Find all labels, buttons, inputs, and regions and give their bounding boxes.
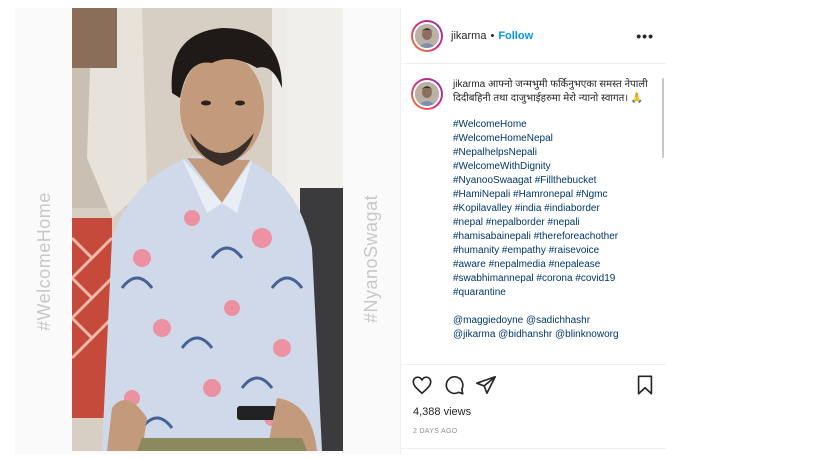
caption-avatar-image [413, 80, 441, 108]
header-username[interactable]: jikarma [451, 30, 486, 42]
hashtag-line[interactable]: #WelcomeWithDignity [453, 160, 654, 174]
bookmark-icon[interactable] [634, 374, 656, 396]
follow-button[interactable]: Follow [498, 30, 533, 42]
share-icon[interactable] [475, 374, 497, 396]
caption-username[interactable]: jikarma [453, 79, 485, 90]
action-bar [401, 364, 666, 404]
caption-avatar[interactable] [411, 78, 443, 110]
caption-area[interactable]: jikarma आफ्नो जन्मभुमी फर्किनुभएका समस्त… [401, 64, 666, 364]
hashtag-line[interactable]: #swabhimannepal #corona #covid19 [453, 272, 654, 286]
mention-line[interactable]: @maggiedoyne @sadichhashr [453, 314, 654, 328]
mention-list: @maggiedoyne @sadichhashr @jikarma @bidh… [453, 314, 654, 342]
post-video[interactable] [72, 8, 343, 451]
hashtag-line[interactable]: #nepal #nepalborder #nepali [453, 216, 654, 230]
hashtag-line[interactable]: #aware #nepalmedia #nepalease [453, 258, 654, 272]
separator-dot: • [490, 29, 495, 42]
heart-icon[interactable] [411, 374, 433, 396]
hashtag-line[interactable]: #humanity #empathy #raisevoice [453, 244, 654, 258]
avatar-image [413, 21, 441, 50]
hashtag-line[interactable]: #NyanooSwaagat #Fillthebucket [453, 174, 654, 188]
hashtag-line[interactable]: #hamisabainepali #thereforeachother [453, 230, 654, 244]
caption-body: jikarma आफ्नो जन्मभुमी फर्किनुभएका समस्त… [453, 78, 654, 364]
post-sidebar: jikarma • Follow ••• jikarma आफ्नो जन्मभ… [400, 8, 666, 454]
hashtag-line[interactable]: #NepalhelpsNepali [453, 146, 654, 160]
post-header: jikarma • Follow ••• [401, 8, 666, 64]
hashtag-list: #WelcomeHome #WelcomeHomeNepal #Nepalhel… [453, 118, 654, 300]
overlay-text-right: #NyanoSwagat [361, 194, 381, 323]
video-frame-illustration [72, 8, 343, 451]
comment-icon[interactable] [443, 374, 465, 396]
overlay-text-left: #WelcomeHome [34, 192, 54, 331]
hashtag-line[interactable]: #quarantine [453, 286, 654, 300]
divider [401, 448, 666, 449]
hashtag-line[interactable]: #Kopilavalley #india #indiaborder [453, 202, 654, 216]
more-options-icon[interactable]: ••• [636, 28, 654, 44]
hashtag-line[interactable]: #WelcomeHomeNepal [453, 132, 654, 146]
hashtag-line[interactable]: #HamiNepali #Hamronepal #Ngmc [453, 188, 654, 202]
mention-line[interactable]: @jikarma @bidhanshr @blinknoworg [453, 328, 654, 342]
hashtag-line[interactable]: #WelcomeHome [453, 118, 654, 132]
caption-text: jikarma आफ्नो जन्मभुमी फर्किनुभएका समस्त… [453, 78, 654, 106]
post-timestamp[interactable]: 2 DAYS AGO [401, 428, 666, 435]
avatar[interactable] [411, 19, 443, 52]
caption-scrollbar[interactable] [662, 78, 664, 158]
view-count: 4,388 views [413, 406, 472, 418]
